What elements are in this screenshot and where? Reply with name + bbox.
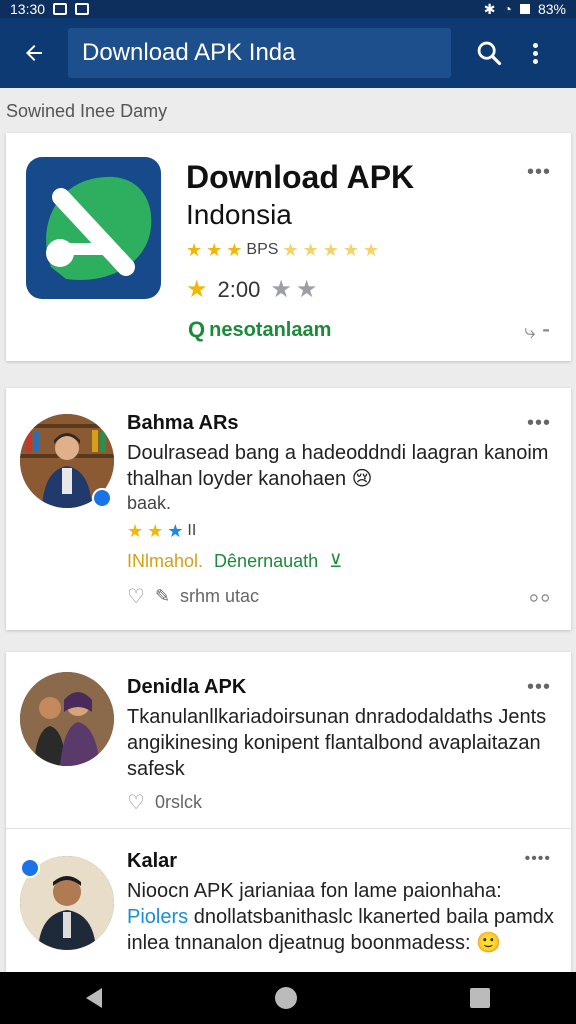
status-bar: 13:30 ✱ ◔ 83% [0, 0, 576, 18]
action-label[interactable]: srhm utac [180, 586, 259, 607]
review-body-more: baak. [127, 493, 172, 513]
review-stars: ★ ★ ★ II [127, 521, 197, 541]
review-link[interactable]: Piolers [127, 906, 188, 928]
share-icon[interactable]: ⤷ ⁃ [524, 319, 551, 344]
verified-badge [92, 488, 112, 508]
nav-home-icon[interactable] [274, 987, 297, 1009]
review-actions: ♡ 0rslck [127, 790, 202, 815]
search-input[interactable]: Download APK Inda [68, 28, 451, 78]
wifi-icon: ◔ [503, 1, 512, 17]
battery-level: 83% [537, 1, 566, 17]
app-card[interactable]: Download APK Indonsia ••• ★ ★ ★ BPS ★ ★ ★ ★ ★ … [6, 133, 571, 361]
reviewer-name: Bahma ARs [127, 412, 239, 434]
nav-recents-icon[interactable] [469, 988, 490, 1008]
rating-extra: II [187, 522, 197, 539]
app-notification-icon [75, 3, 90, 15]
search-query: Download APK Inda [82, 39, 296, 66]
review-body: Tkanulanllkariadoirsunan dnradodaldaths … [127, 706, 547, 780]
review-text: Doulrasead bang a hadeoddndi laagran kan… [127, 440, 557, 515]
arrow-left-icon [26, 45, 42, 61]
publisher-link[interactable]: Q nesotanlaam [188, 317, 331, 343]
rating-label: BPS [246, 241, 279, 258]
review-meta: INlmahol. Dênernauath ⊻ [127, 551, 342, 572]
more-horiz-icon[interactable]: ••• [527, 412, 551, 435]
review-body: Doulrasead bang a hadeoddndi laagran kan… [127, 442, 549, 490]
divider [6, 828, 571, 829]
avatar [20, 672, 114, 766]
review-body: Nioocn APK jarianiaa fon lame paionhaha:… [127, 878, 557, 956]
review-list-card: Denidla APK ••• Tkanulanllkariadoirsunan… [6, 652, 571, 972]
reviewer-name: Denidla APK [127, 676, 247, 698]
bluetooth-icon: ✱ [483, 0, 496, 17]
more-vert-icon [532, 40, 538, 67]
section-label: Sowined Inee Damy [6, 101, 168, 121]
app-title: Download APK Indonsia [186, 157, 486, 232]
nav-back-icon[interactable] [86, 988, 103, 1008]
rating-summary: ★ 2:00 ★ ★ [186, 276, 318, 303]
review-meta-left: INlmahol. [127, 551, 204, 571]
app-bar: Download APK Inda [0, 18, 576, 88]
review-text-start: Nioocn APK jarianiaa fon lame paionhaha: [127, 880, 502, 902]
publisher-icon: Q [188, 317, 206, 342]
system-nav-bar [0, 972, 576, 1024]
rating-stars: ★ ★ ★ BPS ★ ★ ★ ★ ★ [186, 240, 380, 260]
app-title-line2: Indonsia [186, 199, 292, 230]
review-meta-right: Dênernauath [214, 551, 319, 571]
notification-icon [53, 3, 68, 15]
reviewer-name: Kalar [127, 850, 178, 872]
heart-icon[interactable]: ♡ [127, 790, 145, 815]
review-text-rest: dnollatsbanithaslc lkanerted baila pamdx… [127, 906, 554, 954]
share-icon[interactable]: ⸰⸰ [528, 584, 551, 611]
back-button[interactable] [12, 31, 56, 75]
publisher-name: nesotanlaam [209, 318, 332, 341]
rating-value: 2:00 [217, 277, 261, 302]
app-icon [26, 157, 161, 299]
app-title-line1: Download APK [186, 159, 415, 195]
thumb-icon: ⊻ [329, 551, 343, 571]
action-label[interactable]: 0rslck [155, 792, 202, 813]
star-icon: ★ [186, 276, 208, 303]
review-actions: ♡ ✎ srhm utac [127, 584, 259, 609]
signal-icon [519, 4, 530, 14]
search-icon [477, 41, 502, 66]
more-horiz-icon[interactable]: ••• [527, 161, 551, 184]
reply-badge [20, 858, 40, 878]
overflow-menu-button[interactable] [513, 31, 557, 75]
review-card[interactable]: Bahma ARs ••• Doulrasead bang a hadeoddn… [6, 388, 571, 630]
status-time: 13:30 [10, 1, 46, 17]
more-horiz-icon[interactable]: •••• [525, 850, 551, 868]
search-button[interactable] [467, 31, 511, 75]
more-horiz-icon[interactable]: ••• [527, 676, 551, 699]
pencil-icon[interactable]: ✎ [155, 586, 170, 607]
heart-icon[interactable]: ♡ [127, 584, 145, 609]
